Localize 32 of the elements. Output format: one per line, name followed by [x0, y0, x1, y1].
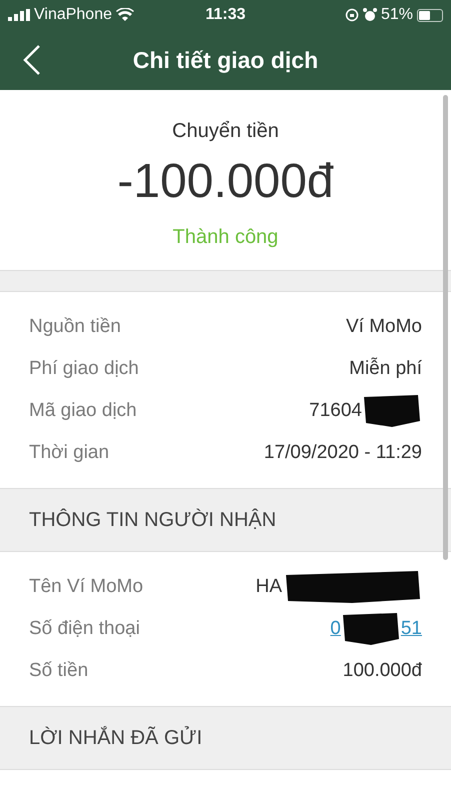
detail-value: 71604 — [309, 398, 362, 423]
alarm-icon — [362, 8, 377, 22]
detail-value: 100.000đ — [342, 658, 422, 683]
rotation-lock-icon — [344, 8, 359, 22]
battery-icon — [416, 8, 443, 22]
detail-value: HA — [256, 574, 282, 599]
back-button[interactable] — [22, 44, 42, 76]
detail-label: Thời gian — [29, 440, 110, 465]
section-heading: THÔNG TIN NGƯỜI NHẬN — [29, 508, 276, 533]
signal-icon — [8, 9, 30, 21]
detail-value: Ví MoMo — [346, 314, 422, 339]
clock-time: 11:33 — [205, 5, 246, 25]
transaction-amount: -100.000đ — [117, 154, 334, 210]
phone-link[interactable]: 51 — [400, 614, 422, 644]
page-title: Chi tiết giao dịch — [132, 46, 318, 75]
redaction-mark — [362, 393, 422, 429]
section-heading: LỜI NHẮN ĐÃ GỬI — [29, 725, 202, 751]
redaction-mark — [340, 611, 401, 647]
detail-label: Số tiền — [29, 658, 88, 683]
detail-label: Nguồn tiền — [29, 314, 121, 339]
phone-link[interactable]: 0 — [330, 614, 341, 644]
detail-value: 17/09/2020 - 11:29 — [264, 440, 422, 465]
detail-label: Tên Ví MoMo — [29, 574, 144, 599]
transaction-type: Chuyển tiền — [172, 119, 279, 144]
carrier-name: VinaPhone — [34, 5, 112, 25]
transaction-status: Thành công — [172, 225, 278, 250]
detail-label: Phí giao dịch — [29, 356, 139, 381]
detail-value: Miễn phí — [349, 356, 422, 381]
wifi-icon — [116, 8, 134, 22]
detail-label: Số điện thoại — [29, 616, 140, 641]
battery-percent: 51% — [380, 5, 413, 25]
detail-label: Mã giao dịch — [29, 398, 137, 423]
